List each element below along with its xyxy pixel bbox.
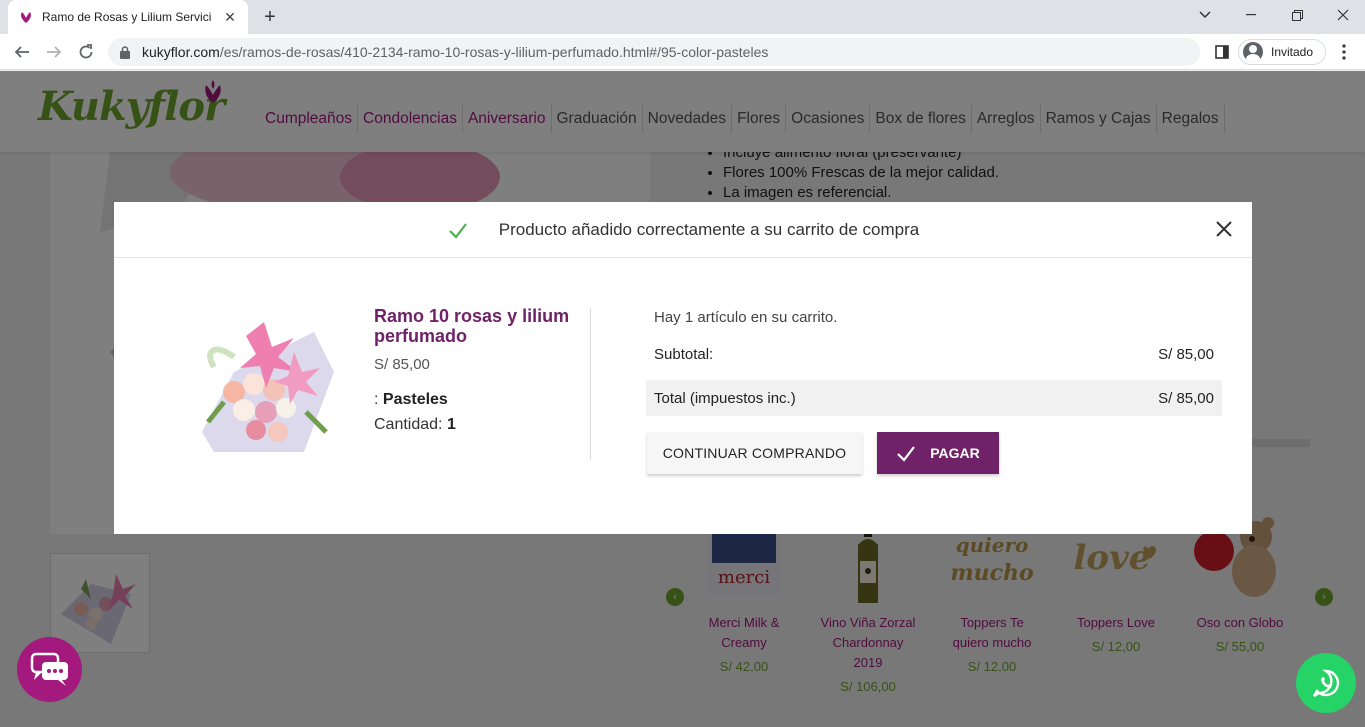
attribute-prefix: : <box>374 391 383 408</box>
url-host: kukyflor.com <box>142 44 220 60</box>
total-row: Total (impuestos inc.) S/ 85,00 <box>646 380 1222 416</box>
back-arrow-icon[interactable] <box>10 40 34 64</box>
total-value: S/ 85,00 <box>1158 389 1214 407</box>
modal-title: Producto añadido correctamente a su carr… <box>498 219 920 239</box>
subtotal-value: S/ 85,00 <box>1158 345 1214 363</box>
browser-tab-bar: Ramo de Rosas y Lilium Servicio ✕ + <box>0 0 1365 34</box>
quantity-label: Cantidad: <box>374 416 447 433</box>
total-label: Total (impuestos inc.) <box>654 389 796 407</box>
live-chat-button[interactable] <box>17 637 82 702</box>
tab-title: Ramo de Rosas y Lilium Servicio <box>42 10 212 24</box>
profile-label: Invitado <box>1271 45 1314 59</box>
url-path: /es/ramos-de-rosas/410-2134-ramo-10-rosa… <box>219 44 769 60</box>
continue-shopping-button[interactable]: CONTINUAR COMPRANDO <box>647 432 862 474</box>
more-menu-icon[interactable] <box>1332 40 1356 64</box>
cart-item-count: Hay 1 artículo en su carrito. <box>654 309 838 326</box>
new-tab-plus-icon[interactable]: + <box>258 5 282 29</box>
checkout-label: PAGAR <box>930 445 980 461</box>
quantity-value: 1 <box>446 416 456 433</box>
cart-product-attribute: : Pasteles <box>374 391 448 409</box>
whatsapp-icon <box>1312 669 1340 698</box>
cart-product-name: Ramo 10 rosas y lilium perfumado <box>374 306 570 346</box>
reload-icon[interactable] <box>74 40 98 64</box>
kukyflor-favicon-icon <box>18 9 34 25</box>
browser-toolbar: kukyflor.com/es/ramos-de-rosas/410-2134-… <box>0 34 1365 70</box>
add-to-cart-modal: Producto añadido correctamente a su carr… <box>114 202 1252 534</box>
tab-search-chevron-icon[interactable] <box>1182 0 1228 30</box>
whatsapp-button[interactable] <box>1296 653 1356 713</box>
subtotal-row: Subtotal: S/ 85,00 <box>646 338 1222 370</box>
profile-button[interactable]: Invitado <box>1238 39 1326 65</box>
checkout-check-icon <box>897 446 916 462</box>
modal-close-icon[interactable] <box>1214 219 1234 239</box>
minimize-icon[interactable] <box>1228 0 1274 30</box>
tab-close-icon[interactable]: ✕ <box>222 9 238 25</box>
cart-product-price: S/ 85,00 <box>374 356 430 373</box>
modal-divider <box>590 308 591 460</box>
cart-product-image <box>202 322 334 452</box>
checkout-button[interactable]: PAGAR <box>877 432 999 474</box>
address-bar[interactable]: kukyflor.com/es/ramos-de-rosas/410-2134-… <box>108 38 1200 66</box>
browser-tab[interactable]: Ramo de Rosas y Lilium Servicio ✕ <box>8 0 248 34</box>
attribute-value: Pasteles <box>382 391 448 408</box>
success-check-icon <box>448 222 467 239</box>
forward-arrow-icon[interactable] <box>42 40 66 64</box>
chat-bubbles-icon <box>30 652 68 686</box>
close-window-icon[interactable] <box>1320 0 1365 30</box>
avatar-icon <box>1243 42 1263 62</box>
restore-icon[interactable] <box>1274 0 1320 30</box>
modal-header: Producto añadido correctamente a su carr… <box>114 202 1252 258</box>
side-panel-icon[interactable] <box>1210 40 1234 64</box>
cart-product-quantity: Cantidad: 1 <box>374 416 456 434</box>
subtotal-label: Subtotal: <box>654 345 714 363</box>
lock-icon <box>120 45 132 59</box>
